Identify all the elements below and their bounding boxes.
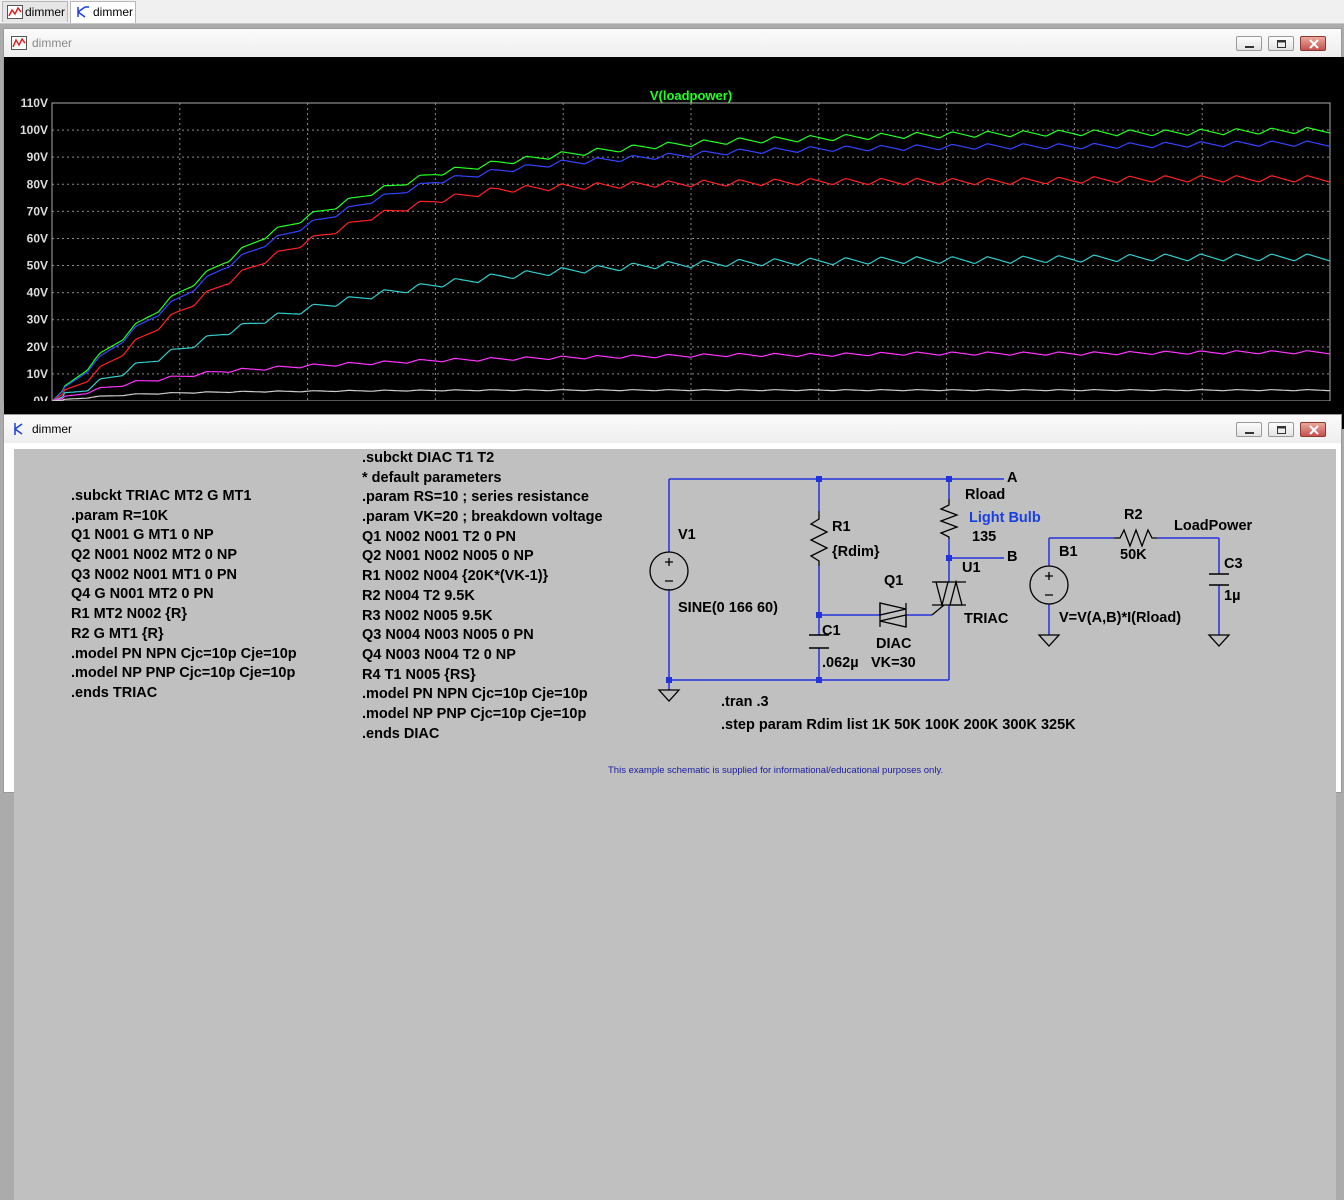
b1-label[interactable]: B1 <box>1059 544 1078 560</box>
y-tick-label: 60V <box>27 231 48 245</box>
r1-resistor-symbol[interactable] <box>809 511 829 566</box>
close-icon <box>1309 39 1319 49</box>
q1-label[interactable]: Q1 <box>884 573 903 589</box>
c1-value[interactable]: .062µ <box>822 655 859 671</box>
r2-resistor-symbol[interactable] <box>1114 528 1157 548</box>
c3-capacitor-symbol[interactable] <box>1209 573 1229 586</box>
tab-bar: dimmer dimmer <box>0 0 1344 24</box>
y-tick-label: 10V <box>27 367 48 381</box>
y-tick-label: 110V <box>21 96 48 110</box>
rload-resistor-symbol[interactable] <box>939 499 959 539</box>
waveform-icon <box>7 5 23 19</box>
waveform-icon <box>11 36 27 50</box>
diac-symbol[interactable] <box>879 602 907 628</box>
ground-symbols <box>657 634 1231 702</box>
educational-notice: This example schematic is supplied for i… <box>608 765 944 776</box>
schematic-window-title: dimmer <box>32 422 73 436</box>
rload-desc[interactable]: Light Bulb <box>969 510 1041 526</box>
step-directive[interactable]: .step param Rdim list 1K 50K 100K 200K 3… <box>721 717 1076 733</box>
c1-label[interactable]: C1 <box>822 623 841 639</box>
rload-value[interactable]: 135 <box>972 529 996 545</box>
v1-source-symbol[interactable] <box>649 551 689 591</box>
r1-label[interactable]: R1 <box>832 519 851 535</box>
junction <box>816 612 822 618</box>
triac-model-label[interactable]: TRIAC <box>964 611 1008 627</box>
schematic-icon <box>77 6 89 18</box>
close-icon <box>1309 425 1319 435</box>
close-button[interactable] <box>1300 36 1326 51</box>
diac-param-label[interactable]: VK=30 <box>871 655 916 671</box>
tab-label: dimmer <box>25 5 66 19</box>
y-tick-label: 70V <box>27 204 48 218</box>
diac-model-label[interactable]: DIAC <box>876 636 911 652</box>
b1-source-symbol[interactable] <box>1029 565 1069 605</box>
node-b-label[interactable]: B <box>1007 549 1017 565</box>
y-tick-label: 30V <box>27 313 48 327</box>
y-tick-label: 90V <box>27 150 48 164</box>
plot-frame <box>51 102 1331 401</box>
minimize-icon <box>1245 46 1254 48</box>
ground-icon <box>1207 634 1231 647</box>
tab-waveform-dimmer[interactable]: dimmer <box>2 1 68 22</box>
restore-button[interactable] <box>1268 36 1294 51</box>
r2-value[interactable]: 50K <box>1120 547 1147 563</box>
rload-label[interactable]: Rload <box>965 487 1005 503</box>
schematic-canvas[interactable]: .subckt TRIAC MT2 G MT1 .param R=10K Q1 N0… <box>14 449 1336 1200</box>
junction <box>946 476 952 482</box>
restore-icon <box>1277 40 1286 48</box>
node-a-label[interactable]: A <box>1007 470 1017 486</box>
restore-icon <box>1277 426 1286 434</box>
junction <box>666 677 672 683</box>
schematic-icon <box>14 423 23 435</box>
schematic-titlebar[interactable]: dimmer <box>4 415 1341 443</box>
junction <box>816 476 822 482</box>
waveform-plot-area[interactable]: 0V10V20V30V40V50V60V70V80V90V100V110V0ms… <box>4 57 1344 429</box>
trace-title: V(loadpower) <box>650 88 732 103</box>
y-tick-label: 40V <box>27 286 48 300</box>
tab-schematic-dimmer[interactable]: dimmer <box>70 1 136 23</box>
waveform-window: dimmer 0V 10V 20V 30V 40V 50V 60V 70V 80V 90V 100V… <box>3 28 1344 429</box>
tab-label: dimmer <box>93 5 134 19</box>
restore-button[interactable] <box>1268 422 1294 437</box>
net-loadpower-label[interactable]: LoadPower <box>1174 518 1252 534</box>
junction <box>946 555 952 561</box>
waveform-window-title: dimmer <box>32 36 73 50</box>
y-tick-label: 0V <box>33 394 48 401</box>
v1-label[interactable]: V1 <box>678 527 696 543</box>
ground-icon <box>1037 634 1061 647</box>
y-tick-label: 100V <box>20 123 48 137</box>
c3-label[interactable]: C3 <box>1224 556 1243 572</box>
close-button[interactable] <box>1300 422 1326 437</box>
v1-value[interactable]: SINE(0 166 60) <box>678 600 778 616</box>
minimize-button[interactable] <box>1236 36 1262 51</box>
ground-icon <box>657 689 681 702</box>
c3-value[interactable]: 1µ <box>1224 588 1240 604</box>
y-tick-label: 80V <box>27 177 48 191</box>
u1-label[interactable]: U1 <box>962 560 981 576</box>
y-tick-label: 50V <box>27 259 48 273</box>
b1-value[interactable]: V=V(A,B)*I(Rload) <box>1059 610 1181 626</box>
schematic-window: dimmer .subckt TRIAC MT2 G MT1 .param R=1… <box>3 414 1342 1200</box>
y-tick-label: 20V <box>27 340 48 354</box>
r2-label[interactable]: R2 <box>1124 507 1143 523</box>
tran-directive[interactable]: .tran .3 <box>721 694 769 710</box>
chart: 0V10V20V30V40V50V60V70V80V90V100V110V0ms… <box>20 88 1331 401</box>
minimize-button[interactable] <box>1236 422 1262 437</box>
series-line <box>51 140 1331 401</box>
waveform-titlebar[interactable]: dimmer <box>4 29 1341 57</box>
minimize-icon <box>1245 432 1254 434</box>
r1-value[interactable]: {Rdim} <box>832 544 880 560</box>
junction <box>816 677 822 683</box>
